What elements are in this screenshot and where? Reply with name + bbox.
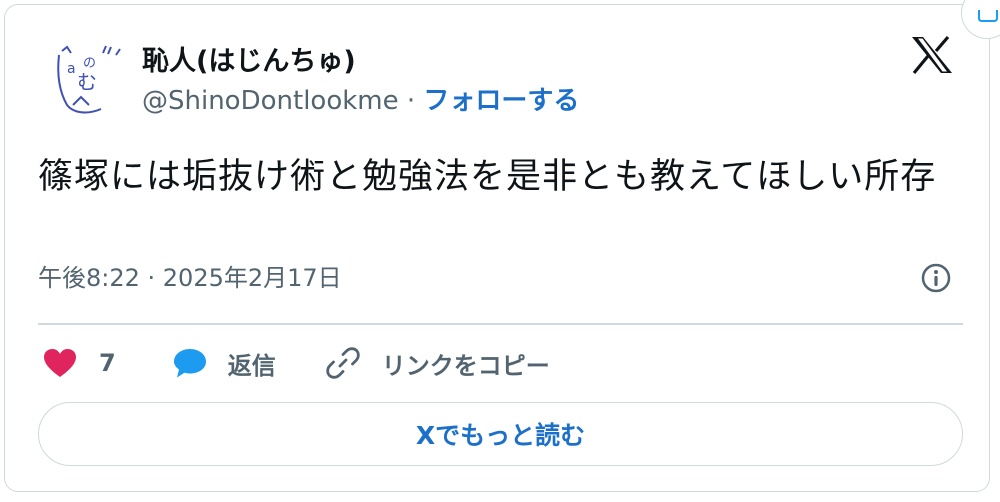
- avatar-drawing-icon: a の む: [57, 45, 121, 114]
- corner-share-button[interactable]: [961, 0, 1000, 39]
- reply-button[interactable]: 返信: [172, 346, 326, 381]
- link-icon: [325, 347, 360, 379]
- tweet-actions: 7 返信 リンクをコピー: [43, 343, 550, 383]
- author-handle-line: @ShinoDontlookme · フォローする: [142, 84, 579, 118]
- author-display-name[interactable]: 恥人(はじんちゅ): [142, 45, 356, 79]
- info-icon[interactable]: [921, 263, 951, 293]
- svg-text:a: a: [67, 61, 76, 77]
- handle-separator: ·: [398, 86, 424, 116]
- embedded-tweet-card: a の む 恥人(はじんちゅ) @ShinoDontlookme · フォローす…: [4, 0, 1000, 492]
- reply-label: 返信: [227, 351, 276, 380]
- x-logo-icon[interactable]: [910, 35, 954, 75]
- speech-bubble-icon: [173, 349, 206, 378]
- copy-link-label: リンクをコピー: [381, 351, 550, 380]
- read-more-on-x-button[interactable]: Xでもっと読む: [38, 402, 963, 466]
- copy-link-button[interactable]: リンクをコピー: [325, 346, 550, 381]
- divider: [38, 323, 963, 325]
- author-handle[interactable]: @ShinoDontlookme: [142, 86, 399, 116]
- follow-link[interactable]: フォローする: [423, 86, 579, 116]
- heart-icon: [44, 349, 76, 377]
- avatar[interactable]: a の む: [53, 45, 125, 117]
- svg-text:の: の: [83, 56, 96, 71]
- share-icon: [978, 10, 998, 22]
- tweet-timestamp[interactable]: 午後8:22 · 2025年2月17日: [38, 262, 342, 294]
- tweet-text: 篠塚には垢抜け術と勉強法を是非とも教えてほしい所存: [38, 157, 937, 197]
- svg-text:む: む: [77, 70, 97, 94]
- like-count: 7: [99, 349, 116, 377]
- like-button[interactable]: 7: [43, 348, 172, 378]
